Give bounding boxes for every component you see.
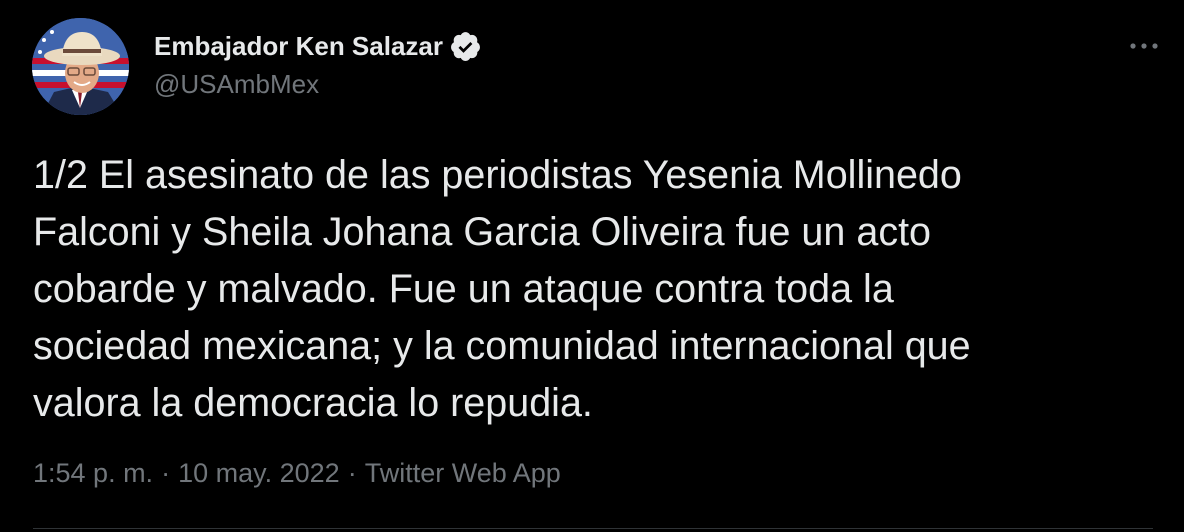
author-display-name[interactable]: Embajador Ken Salazar <box>154 31 443 62</box>
tweet-text-line: Falconi y Sheila Johana Garcia Oliveira … <box>33 210 932 254</box>
verified-badge-icon <box>449 30 482 63</box>
tweet-text: 1/2 El asesinato de las periodistas Yese… <box>33 147 1153 432</box>
author-name-row: Embajador Ken Salazar <box>154 27 482 65</box>
tweet-time-link[interactable]: 1:54 p. m. <box>33 458 153 489</box>
meta-separator: · <box>161 458 171 488</box>
more-options-button[interactable] <box>1124 28 1164 64</box>
meta-separator: · <box>347 458 357 488</box>
divider <box>33 528 1153 529</box>
tweet-text-line: valora la democracia lo repudia. <box>33 381 593 425</box>
tweet-source-link[interactable]: Twitter Web App <box>365 458 561 489</box>
avatar-image <box>32 18 129 115</box>
tweet-text-line: sociedad mexicana; y la comunidad intern… <box>33 324 971 368</box>
tweet-text-line: 1/2 El asesinato de las periodistas Yese… <box>33 153 962 197</box>
more-horizontal-icon <box>1130 43 1158 49</box>
tweet: Embajador Ken Salazar @USAmbMex 1/2 El a… <box>0 0 1184 532</box>
author-handle[interactable]: @USAmbMex <box>154 69 319 100</box>
tweet-text-line: cobarde y malvado. Fue un ataque contra … <box>33 267 894 311</box>
avatar[interactable] <box>32 18 129 115</box>
tweet-date-link[interactable]: 10 may. 2022 <box>178 458 340 489</box>
tweet-meta: 1:54 p. m. · 10 may. 2022 · Twitter Web … <box>33 458 561 489</box>
